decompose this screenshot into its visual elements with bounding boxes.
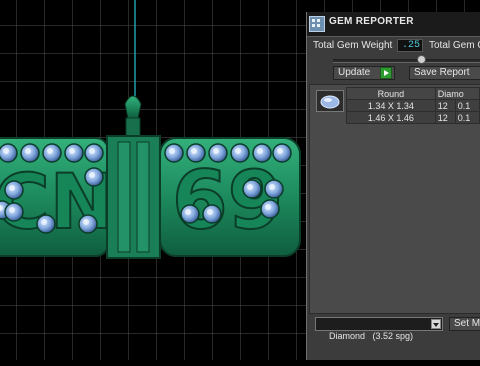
- gem-list[interactable]: Round Diamo 1.34 X 1.34 12 0.1 1.46 X 1.…: [309, 84, 480, 314]
- center-bar-right: [136, 141, 150, 253]
- gem-highlight: [185, 209, 191, 215]
- set-material-label: Set Ma: [454, 318, 480, 329]
- total-gem-count-label: Total Gem C: [429, 40, 480, 51]
- bail-link: [125, 117, 141, 137]
- gem-highlight: [269, 184, 275, 190]
- gem-highlight: [277, 148, 283, 154]
- center-bar-left: [117, 141, 131, 253]
- gem-reporter-panel: GEM REPORTER Total Gem Weight .25 Total …: [306, 12, 480, 360]
- round-gem-icon: [316, 90, 344, 112]
- gem-count: 12: [434, 111, 456, 124]
- table-icon: [309, 16, 325, 32]
- gem-table: Round Diamo 1.34 X 1.34 12 0.1 1.46 X 1.…: [346, 87, 480, 124]
- gem-highlight: [89, 172, 95, 178]
- center-column: [106, 135, 161, 259]
- save-report-button[interactable]: Save Report: [409, 66, 480, 80]
- save-report-label: Save Report: [414, 67, 470, 78]
- gem-highlight: [9, 185, 15, 191]
- gem-highlight: [69, 148, 75, 154]
- material-select[interactable]: Diamond (3.52 spg): [315, 317, 443, 341]
- slider-track: [333, 59, 480, 63]
- panel-title: GEM REPORTER: [329, 16, 414, 27]
- pendant-bail: [124, 95, 142, 119]
- total-gem-weight-value[interactable]: .25: [397, 39, 423, 52]
- update-button-label: Update: [338, 67, 371, 78]
- gem-highlight: [247, 184, 253, 190]
- gem-highlight: [3, 148, 9, 154]
- gem-highlight: [89, 148, 95, 154]
- gem-size: 1.46 X 1.46: [346, 111, 436, 124]
- panel-titlebar[interactable]: GEM REPORTER: [307, 12, 480, 37]
- table-row[interactable]: 1.34 X 1.34 12 0.1: [346, 99, 480, 112]
- gem-weight: 0.1: [454, 111, 480, 124]
- set-material-button[interactable]: Set Ma: [449, 317, 480, 331]
- gem-highlight: [41, 219, 47, 225]
- gem-highlight: [47, 148, 53, 154]
- gem-highlight: [235, 148, 241, 154]
- slider-thumb[interactable]: [417, 55, 426, 64]
- gem-highlight: [213, 148, 219, 154]
- total-gem-weight-label: Total Gem Weight: [313, 40, 393, 51]
- round-gem: [0, 143, 18, 163]
- gem-size: 1.34 X 1.34: [346, 99, 436, 112]
- gem-highlight: [207, 209, 213, 215]
- gem-weight: 0.1: [454, 99, 480, 112]
- gem-highlight: [169, 148, 175, 154]
- weight-slider[interactable]: [333, 55, 480, 64]
- play-icon[interactable]: [380, 67, 392, 79]
- gem-highlight: [191, 148, 197, 154]
- gem-highlight: [9, 207, 15, 213]
- gem-highlight: [265, 204, 271, 210]
- gem-highlight: [25, 148, 31, 154]
- col-header-round: Round: [346, 87, 436, 100]
- col-header-diamond: Diamo: [434, 87, 480, 100]
- gem-highlight: [257, 148, 263, 154]
- gem-count: 12: [434, 99, 456, 112]
- chevron-down-icon[interactable]: [431, 319, 441, 329]
- material-select-value: Diamond (3.52 spg): [329, 331, 414, 341]
- table-row[interactable]: 1.46 X 1.46 12 0.1: [346, 111, 480, 124]
- gem-highlight: [83, 219, 89, 225]
